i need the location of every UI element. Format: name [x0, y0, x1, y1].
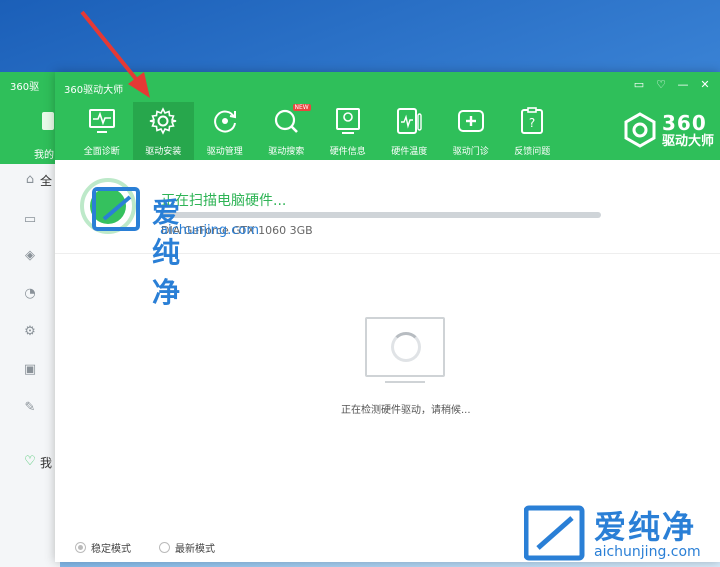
hardware-info-icon: [335, 108, 360, 134]
wrench-icon[interactable]: ✎: [22, 400, 38, 416]
minimize-button[interactable]: —: [676, 78, 690, 92]
360-logo-icon: [624, 112, 656, 148]
toolbox-icon[interactable]: ⌂: [22, 172, 38, 188]
watermark-url: aichunjing.com: [160, 223, 260, 238]
svg-text:?: ?: [529, 116, 535, 130]
detection-status-text: 正在检测硬件驱动，请稍候...: [341, 405, 471, 416]
main-nav: 全面诊断 驱动安装 驱动管理 NEW 驱动搜索 硬件信息 硬件温度 驱动门诊 ?…: [71, 102, 563, 160]
radio-dot[interactable]: [75, 542, 86, 553]
stable-mode-radio[interactable]: 稳定模式: [75, 540, 131, 555]
background-app-window: 360驱 我的 ⌂ 全 ▭ ◈ ◔ ⚙ ▣ ✎ ♡ 我: [0, 72, 60, 567]
close-button[interactable]: ✕: [698, 78, 712, 92]
driver-master-window: 360驱动大师 ▭ ♡ — ✕ 全面诊断 驱动安装 驱动管理 NEW 驱动搜索 …: [55, 72, 720, 562]
tab-label: 驱动门诊: [452, 147, 489, 157]
tab-label: 全面诊断: [83, 147, 120, 157]
feedback-icon: ?: [521, 107, 544, 134]
tab-label: 硬件信息: [329, 147, 366, 157]
loading-spinner-icon: [391, 332, 421, 362]
scan-progress-fill: [161, 212, 601, 218]
watermark-logo-icon: [524, 505, 585, 561]
phone-icon: [42, 112, 54, 130]
pulse-icon[interactable]: ◈: [22, 248, 38, 264]
monitor-pulse-icon: [88, 109, 115, 133]
monitor-stand: [385, 377, 425, 383]
tab-full-diagnosis[interactable]: 全面诊断: [71, 102, 133, 160]
tab-label: 驱动搜索: [268, 147, 305, 157]
image-icon[interactable]: ▣: [22, 362, 38, 378]
background-app-logo: 360驱: [10, 82, 40, 93]
watermark-logo-icon: [92, 187, 140, 231]
tab-hardware-info[interactable]: 硬件信息: [317, 102, 379, 160]
window-controls: ▭ ♡ — ✕: [632, 78, 712, 92]
watermark-overlay: 爱纯净 aichunjing.com: [92, 185, 259, 309]
favorite-icon[interactable]: ♡: [654, 78, 668, 92]
speed-icon[interactable]: ◔: [22, 286, 38, 302]
clinic-icon: [457, 110, 484, 132]
brand-name: 360: [661, 110, 707, 135]
tab-label: 驱动安装: [145, 147, 182, 157]
tab-label: 硬件温度: [391, 147, 428, 157]
new-badge: NEW: [292, 104, 311, 111]
tab-driver-manage[interactable]: 驱动管理: [194, 102, 256, 160]
tab-driver-install[interactable]: 驱动安装: [132, 102, 194, 160]
gear-icon: [150, 107, 177, 135]
title-bar: 360驱动大师 ▭ ♡ — ✕ 全面诊断 驱动安装 驱动管理 NEW 驱动搜索 …: [55, 72, 720, 160]
heart-icon[interactable]: ♡: [22, 454, 38, 470]
tab-feedback[interactable]: ? 反馈问题: [502, 102, 564, 160]
sidebar-item-label: 我: [40, 456, 53, 470]
watermark-text: 爱纯净: [152, 196, 183, 309]
sidebar-item-label: 全: [40, 174, 53, 188]
tab-driver-search[interactable]: NEW 驱动搜索: [256, 102, 318, 160]
tab-label: 驱动管理: [206, 147, 243, 157]
radio-label: 稳定模式: [91, 544, 131, 555]
brand-logo: 360 驱动大师: [622, 112, 714, 148]
detecting-monitor-icon: [365, 317, 445, 377]
tab-hardware-temperature[interactable]: 硬件温度: [379, 102, 441, 160]
skin-icon[interactable]: ▭: [632, 78, 646, 92]
watermark-url: aichunjing.com: [594, 544, 701, 560]
latest-mode-radio[interactable]: 最新模式: [159, 540, 215, 555]
radio-label: 最新模式: [175, 544, 215, 555]
scan-progress-bar: [161, 212, 601, 218]
brand-subname: 驱动大师: [661, 133, 714, 149]
mode-selector: 稳定模式 最新模式: [75, 540, 215, 555]
tab-driver-clinic[interactable]: 驱动门诊: [440, 102, 502, 160]
window-title: 360驱动大师: [64, 85, 124, 96]
temperature-icon: [397, 108, 422, 134]
tab-label: 反馈问题: [514, 147, 551, 157]
gear-icon[interactable]: ⚙: [22, 324, 38, 340]
monitor-icon[interactable]: ▭: [22, 212, 38, 228]
corner-watermark: 爱纯净 aichunjing.com: [522, 500, 720, 567]
watermark-text: 爱纯净: [594, 508, 697, 546]
radio-dot[interactable]: [159, 542, 170, 553]
background-app-header: 360驱 我的: [0, 72, 60, 164]
background-app-mine-label[interactable]: 我的: [34, 146, 54, 161]
refresh-icon: [213, 110, 236, 133]
